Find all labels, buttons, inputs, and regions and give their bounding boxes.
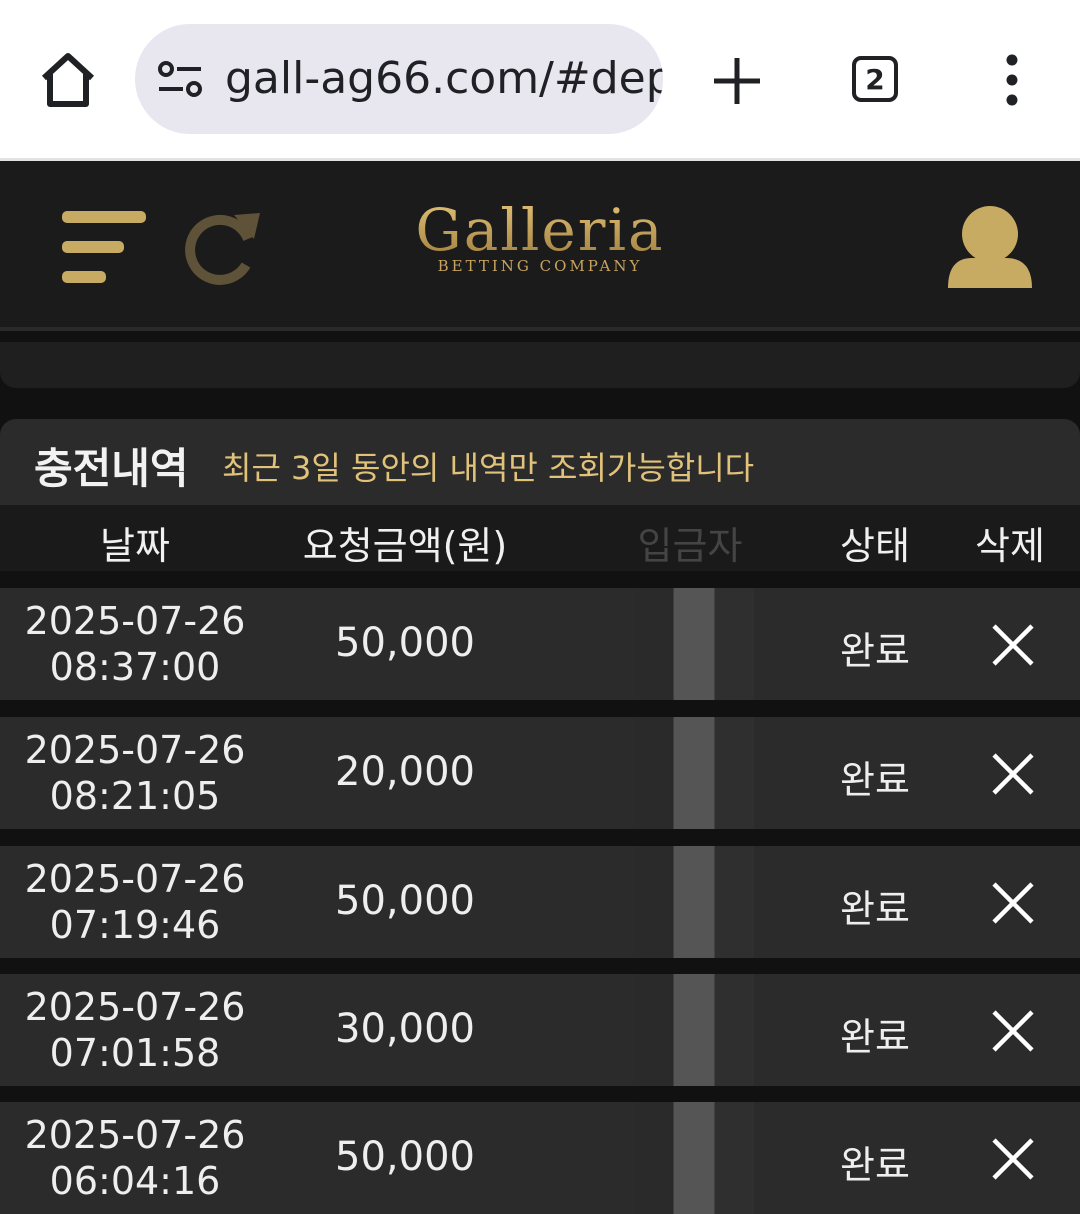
more-menu-icon[interactable]	[998, 54, 1026, 106]
date-value: 2025-07-26	[24, 1113, 246, 1157]
date-value: 2025-07-26	[24, 728, 246, 772]
logo-title: Galleria	[400, 195, 680, 265]
column-delete: 삭제	[975, 524, 1045, 568]
new-tab-icon[interactable]	[710, 54, 764, 108]
depositor-redacted	[634, 1102, 754, 1214]
depositor-redacted	[634, 974, 754, 1086]
amount-cell: 50,000	[335, 878, 475, 924]
logo-subtitle: BETTING COMPANY	[437, 257, 643, 275]
table-row: 2025-07-26 08:37:00 50,000 완료	[0, 588, 1080, 700]
delete-icon[interactable]	[990, 622, 1036, 668]
table-row: 2025-07-26 07:01:58 30,000 완료	[0, 974, 1080, 1086]
table-row: 2025-07-26 06:04:16 50,000 완료	[0, 1102, 1080, 1214]
tab-count: 2	[865, 62, 885, 96]
depositor-redacted	[634, 588, 754, 700]
time-value: 06:04:16	[49, 1159, 221, 1203]
time-value: 07:19:46	[49, 903, 221, 947]
table-row: 2025-07-26 07:19:46 50,000 완료	[0, 846, 1080, 958]
column-date: 날짜	[100, 524, 170, 568]
date-cell: 2025-07-26 07:19:46	[20, 856, 250, 948]
date-cell: 2025-07-26 07:01:58	[20, 984, 250, 1076]
column-status: 상태	[840, 524, 910, 568]
browser-toolbar: gall-ag66.com/#dep 2	[0, 0, 1080, 161]
time-value: 08:21:05	[49, 774, 221, 818]
status-cell: 완료	[840, 629, 910, 673]
amount-cell: 50,000	[335, 620, 475, 666]
section-note: 최근 3일 동안의 내역만 조회가능합니다	[222, 449, 755, 487]
date-cell: 2025-07-26 08:21:05	[20, 727, 250, 819]
amount-cell: 50,000	[335, 1134, 475, 1180]
tab-switcher-button[interactable]: 2	[852, 56, 898, 102]
url-text[interactable]: gall-ag66.com/#dep	[225, 52, 663, 106]
site-settings-icon[interactable]	[157, 60, 203, 98]
menu-icon[interactable]	[60, 209, 150, 289]
date-value: 2025-07-26	[24, 857, 246, 901]
address-bar[interactable]: gall-ag66.com/#dep	[135, 24, 663, 134]
table-header: 날짜 요청금액(원) 입금자 상태 삭제	[0, 505, 1080, 571]
refresh-icon[interactable]	[184, 209, 262, 289]
deposit-history-header: 충전내역 최근 3일 동안의 내역만 조회가능합니다	[0, 419, 1080, 505]
amount-cell: 20,000	[335, 749, 475, 795]
amount-cell: 30,000	[335, 1006, 475, 1052]
depositor-redacted	[634, 846, 754, 958]
date-cell: 2025-07-26 08:37:00	[20, 598, 250, 690]
depositor-redacted	[634, 717, 754, 829]
home-icon[interactable]	[36, 48, 100, 112]
date-value: 2025-07-26	[24, 985, 246, 1029]
status-cell: 완료	[840, 1015, 910, 1059]
delete-icon[interactable]	[990, 751, 1036, 797]
status-cell: 완료	[840, 758, 910, 802]
time-value: 07:01:58	[49, 1031, 221, 1075]
user-profile-icon[interactable]	[944, 204, 1034, 296]
delete-icon[interactable]	[990, 1008, 1036, 1054]
column-amount: 요청금액(원)	[302, 524, 508, 568]
date-value: 2025-07-26	[24, 599, 246, 643]
column-depositor: 입금자	[637, 524, 743, 568]
delete-icon[interactable]	[990, 1136, 1036, 1182]
status-cell: 완료	[840, 1143, 910, 1187]
section-title: 충전내역	[34, 444, 189, 493]
status-cell: 완료	[840, 887, 910, 931]
app-header: Galleria BETTING COMPANY	[0, 161, 1080, 331]
time-value: 08:37:00	[49, 645, 221, 689]
delete-icon[interactable]	[990, 880, 1036, 926]
info-strip	[0, 342, 1080, 388]
galleria-logo[interactable]: Galleria BETTING COMPANY	[400, 195, 680, 295]
date-cell: 2025-07-26 06:04:16	[20, 1112, 250, 1204]
table-row: 2025-07-26 08:21:05 20,000 완료	[0, 717, 1080, 829]
